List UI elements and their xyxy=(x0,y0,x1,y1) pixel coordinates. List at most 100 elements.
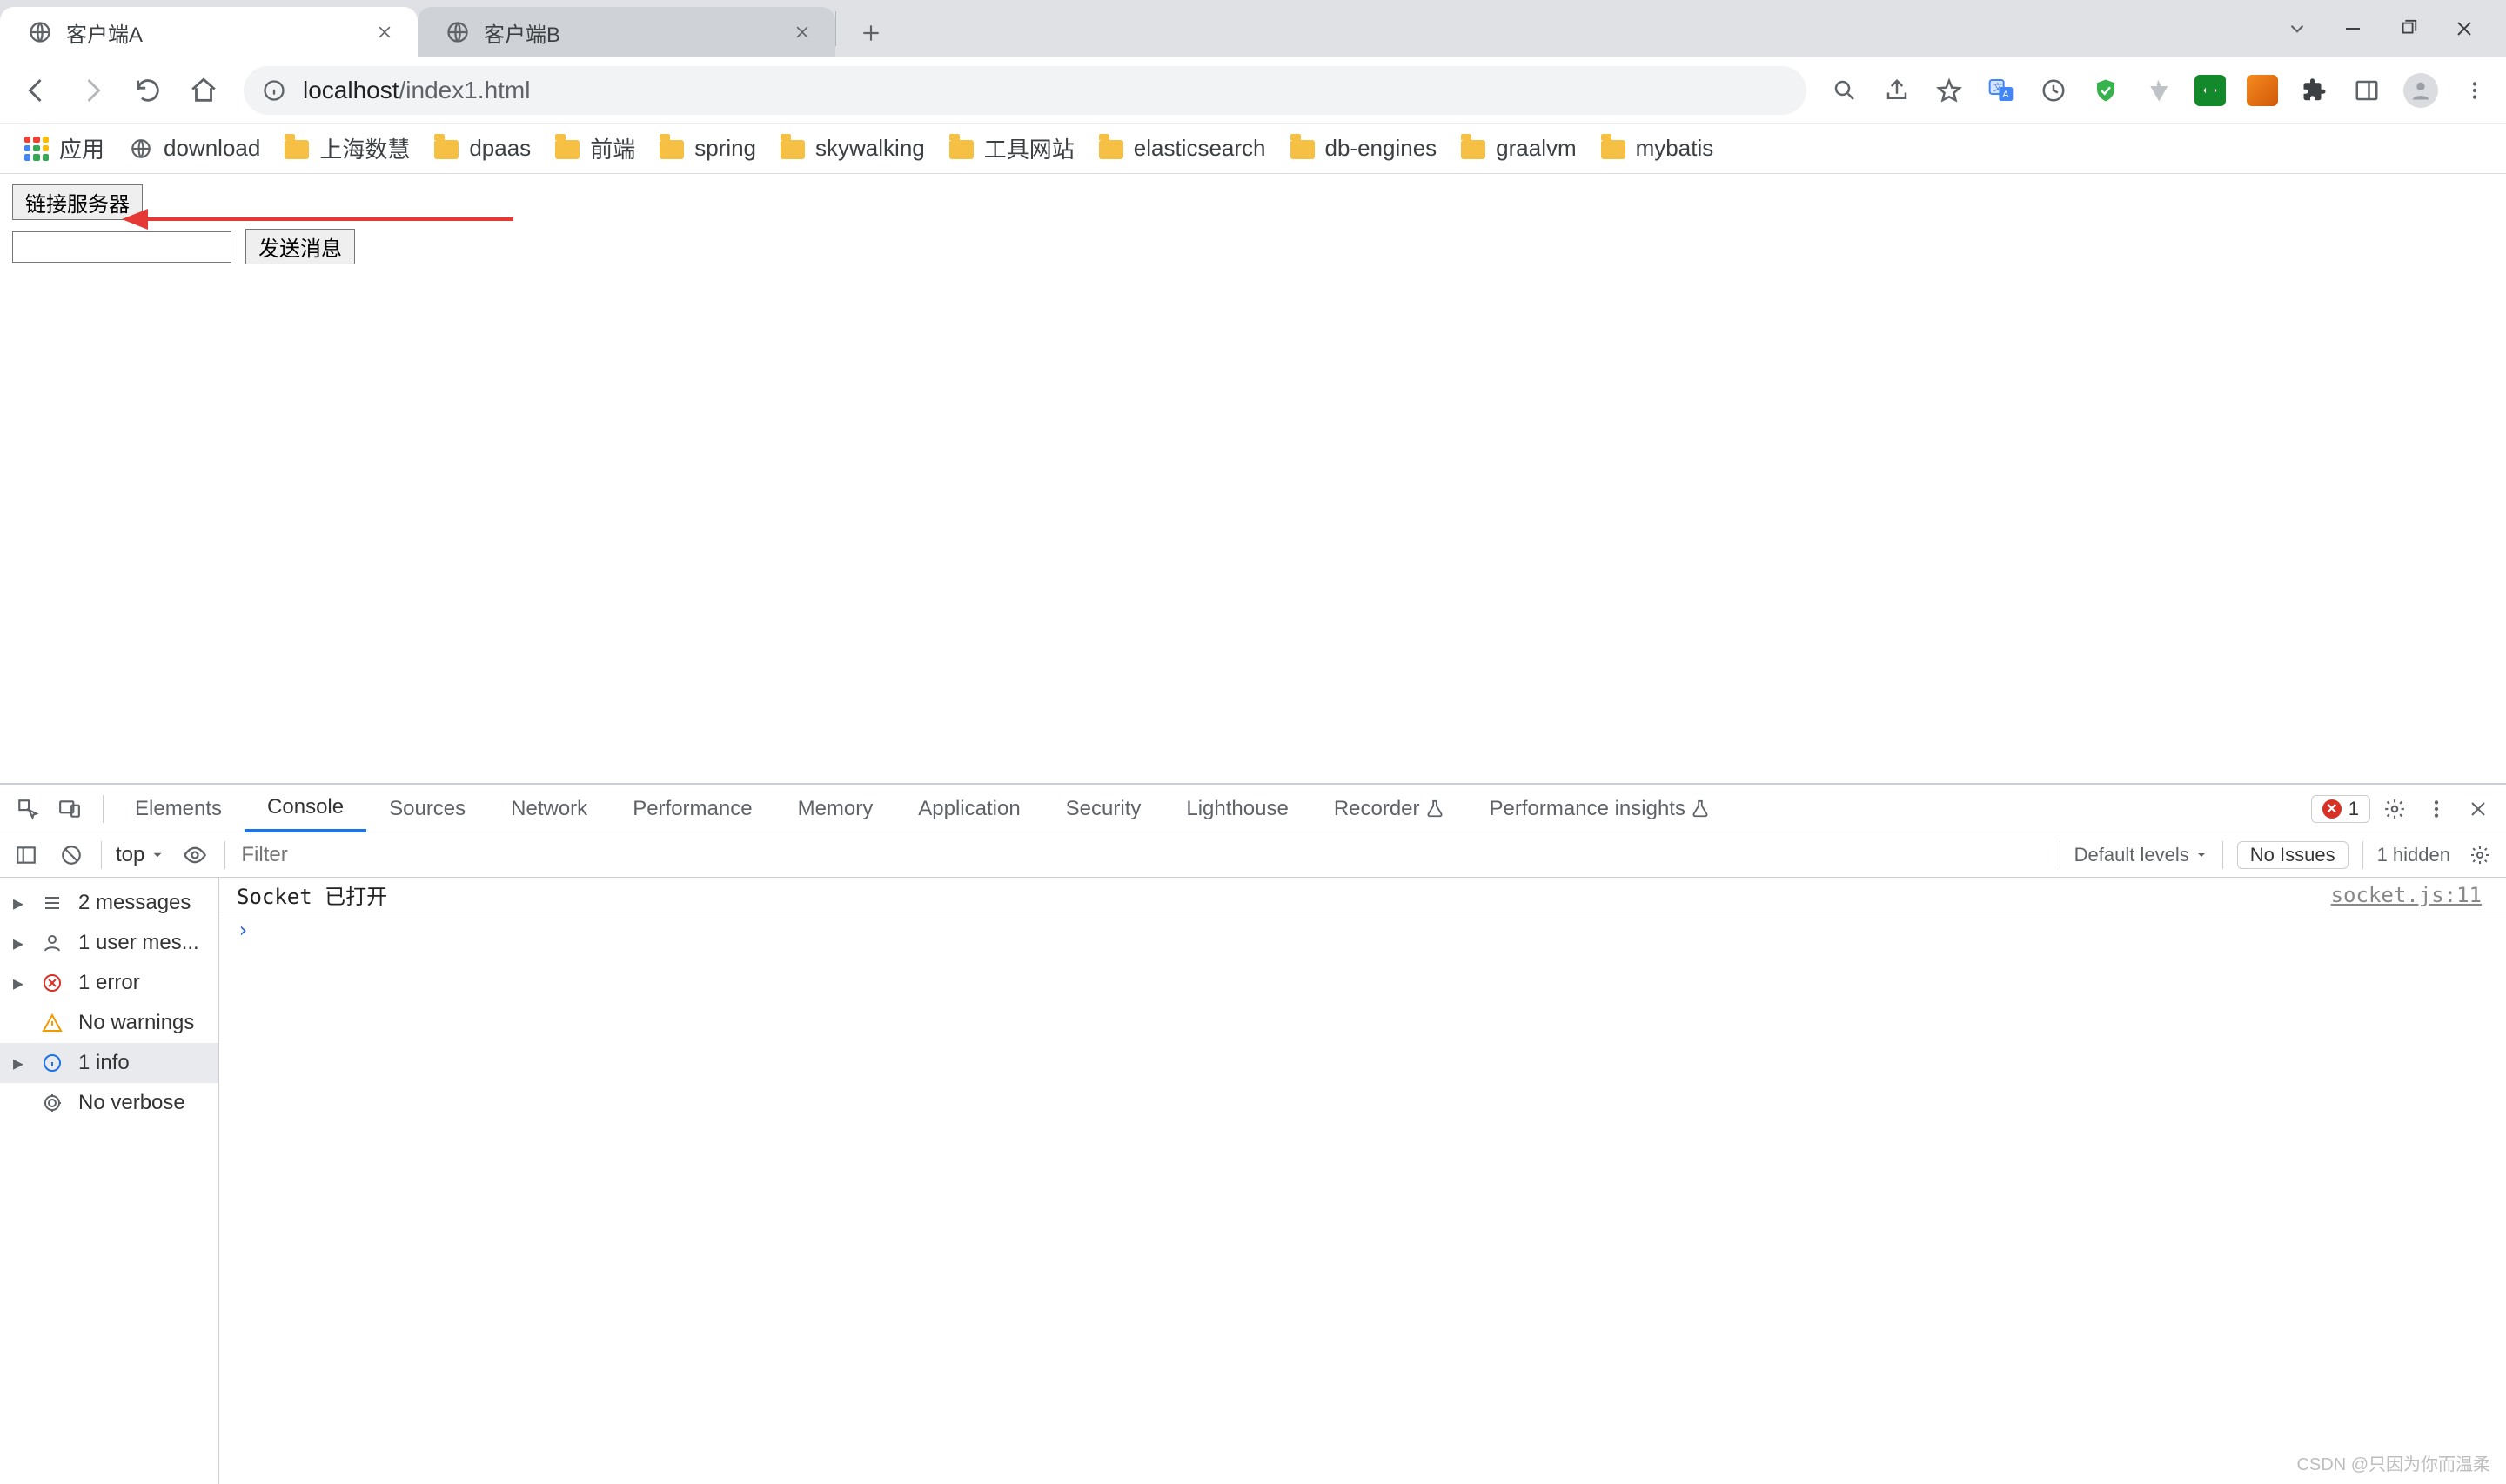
log-levels-selector[interactable]: Default levels xyxy=(2074,844,2208,866)
tab-close-icon[interactable] xyxy=(790,20,814,44)
bookmark-folder-6[interactable]: 工具网站 xyxy=(949,132,1075,164)
window-minimize-icon[interactable] xyxy=(2339,15,2367,43)
sidebar-row-error[interactable]: ▸ 1 error xyxy=(0,963,218,1003)
tab-lighthouse[interactable]: Lighthouse xyxy=(1163,785,1310,832)
device-toggle-icon[interactable] xyxy=(52,792,87,826)
url-text: localhost/index1.html xyxy=(303,77,530,104)
folder-icon xyxy=(555,140,580,159)
tab-recorder[interactable]: Recorder xyxy=(1311,785,1467,832)
tab-strip: 客户端A 客户端B xyxy=(0,0,2506,57)
context-selector[interactable]: top xyxy=(116,843,165,867)
bookmark-folder-10[interactable]: mybatis xyxy=(1601,135,1714,162)
back-icon[interactable] xyxy=(19,73,54,108)
tab-performance[interactable]: Performance xyxy=(610,785,774,832)
apps-button[interactable]: 应用 xyxy=(24,132,104,164)
tab-client-b[interactable]: 客户端B xyxy=(418,7,835,57)
window-close-icon[interactable] xyxy=(2450,15,2478,43)
bookmark-download[interactable]: download xyxy=(129,135,260,162)
extensions-puzzle-icon[interactable] xyxy=(2299,75,2330,106)
bookmark-folder-7[interactable]: elasticsearch xyxy=(1099,135,1266,162)
warning-icon xyxy=(38,1009,66,1037)
extension-icon-1[interactable] xyxy=(2142,75,2174,106)
tab-elements[interactable]: Elements xyxy=(112,785,245,832)
page-content: 链接服务器 发送消息 xyxy=(0,174,2506,275)
error-pill[interactable]: ✕ 1 xyxy=(2311,795,2370,823)
share-icon[interactable] xyxy=(1881,75,1913,106)
bookmark-label: dpaas xyxy=(469,135,531,162)
more-menu-icon[interactable] xyxy=(2419,792,2454,826)
settings-gear-icon[interactable] xyxy=(2377,792,2412,826)
search-icon[interactable] xyxy=(1829,75,1860,106)
shield-icon[interactable] xyxy=(2090,75,2121,106)
tab-application[interactable]: Application xyxy=(895,785,1042,832)
sidebar-row-info[interactable]: ▸ 1 info xyxy=(0,1043,218,1083)
sidepanel-icon[interactable] xyxy=(2351,75,2382,106)
kebab-menu-icon[interactable] xyxy=(2459,75,2490,106)
console-prompt[interactable]: › xyxy=(219,912,2506,947)
star-icon[interactable] xyxy=(1933,75,1965,106)
no-issues-chip[interactable]: No Issues xyxy=(2237,841,2349,869)
site-info-icon[interactable] xyxy=(261,77,287,104)
bookmark-folder-8[interactable]: db-engines xyxy=(1290,135,1437,162)
bookmark-label: elasticsearch xyxy=(1134,135,1266,162)
bookmark-folder-2[interactable]: dpaas xyxy=(434,135,531,162)
svg-text:文: 文 xyxy=(1993,82,2003,93)
profile-avatar[interactable] xyxy=(2403,73,2438,108)
devtools-panel: Elements Console Sources Network Perform… xyxy=(0,783,2506,1484)
chevron-right-icon: › xyxy=(237,918,249,942)
window-maximize-icon[interactable] xyxy=(2395,15,2422,43)
sidebar-row-messages[interactable]: ▸ 2 messages xyxy=(0,883,218,923)
separator xyxy=(101,841,102,869)
caret-icon: ▸ xyxy=(10,891,26,916)
bookmark-folder-5[interactable]: skywalking xyxy=(781,135,925,162)
history-icon[interactable] xyxy=(2038,75,2069,106)
connect-server-button[interactable]: 链接服务器 xyxy=(12,184,143,220)
folder-icon xyxy=(949,140,974,159)
bookmark-folder-1[interactable]: 上海数慧 xyxy=(285,132,410,164)
send-message-button[interactable]: 发送消息 xyxy=(245,229,355,264)
inspect-icon[interactable] xyxy=(10,792,45,826)
apps-icon xyxy=(24,137,49,161)
verbose-icon xyxy=(38,1089,66,1117)
extension-icon-3[interactable] xyxy=(2247,75,2278,106)
filter-input[interactable] xyxy=(239,842,2045,868)
sidebar-row-warnings[interactable]: No warnings xyxy=(0,1003,218,1043)
console-source-link[interactable]: socket.js:11 xyxy=(2331,883,2482,907)
console-line[interactable]: Socket 已打开 socket.js:11 xyxy=(219,878,2506,912)
tab-sources[interactable]: Sources xyxy=(366,785,488,832)
sidebar-row-verbose[interactable]: No verbose xyxy=(0,1083,218,1123)
tab-memory[interactable]: Memory xyxy=(775,785,896,832)
tab-close-icon[interactable] xyxy=(372,20,397,44)
devtools-close-icon[interactable] xyxy=(2461,792,2496,826)
tab-network[interactable]: Network xyxy=(488,785,610,832)
sidebar-toggle-icon[interactable] xyxy=(10,839,42,871)
reload-icon[interactable] xyxy=(131,73,165,108)
bookmark-label: 前端 xyxy=(590,132,635,164)
bookmark-label: skywalking xyxy=(815,135,925,162)
clear-console-icon[interactable] xyxy=(56,839,87,871)
translate-icon[interactable]: 文A xyxy=(1986,75,2017,106)
tab-security[interactable]: Security xyxy=(1043,785,1164,832)
bookmark-folder-3[interactable]: 前端 xyxy=(555,132,635,164)
globe-icon xyxy=(28,20,52,44)
tab-search-icon[interactable] xyxy=(2283,15,2311,43)
bookmark-folder-4[interactable]: spring xyxy=(660,135,756,162)
folder-icon xyxy=(660,140,684,159)
extension-icon-2[interactable] xyxy=(2194,75,2226,106)
caret-icon: ▸ xyxy=(10,931,26,956)
tab-client-a[interactable]: 客户端A xyxy=(0,7,418,57)
bookmark-folder-9[interactable]: graalvm xyxy=(1461,135,1576,162)
omnibox[interactable]: localhost/index1.html xyxy=(244,66,1806,115)
tab-console[interactable]: Console xyxy=(245,785,366,832)
home-icon[interactable] xyxy=(186,73,221,108)
console-settings-gear-icon[interactable] xyxy=(2464,839,2496,871)
forward-icon[interactable] xyxy=(75,73,110,108)
new-tab-button[interactable] xyxy=(847,9,895,57)
tab-perf-insights[interactable]: Performance insights xyxy=(1467,785,1732,832)
bookmark-label: graalvm xyxy=(1496,135,1576,162)
sidebar-row-user[interactable]: ▸ 1 user mes... xyxy=(0,923,218,963)
message-input[interactable] xyxy=(12,231,231,263)
folder-icon xyxy=(1461,140,1485,159)
live-expression-eye-icon[interactable] xyxy=(179,839,211,871)
separator xyxy=(2362,841,2363,869)
